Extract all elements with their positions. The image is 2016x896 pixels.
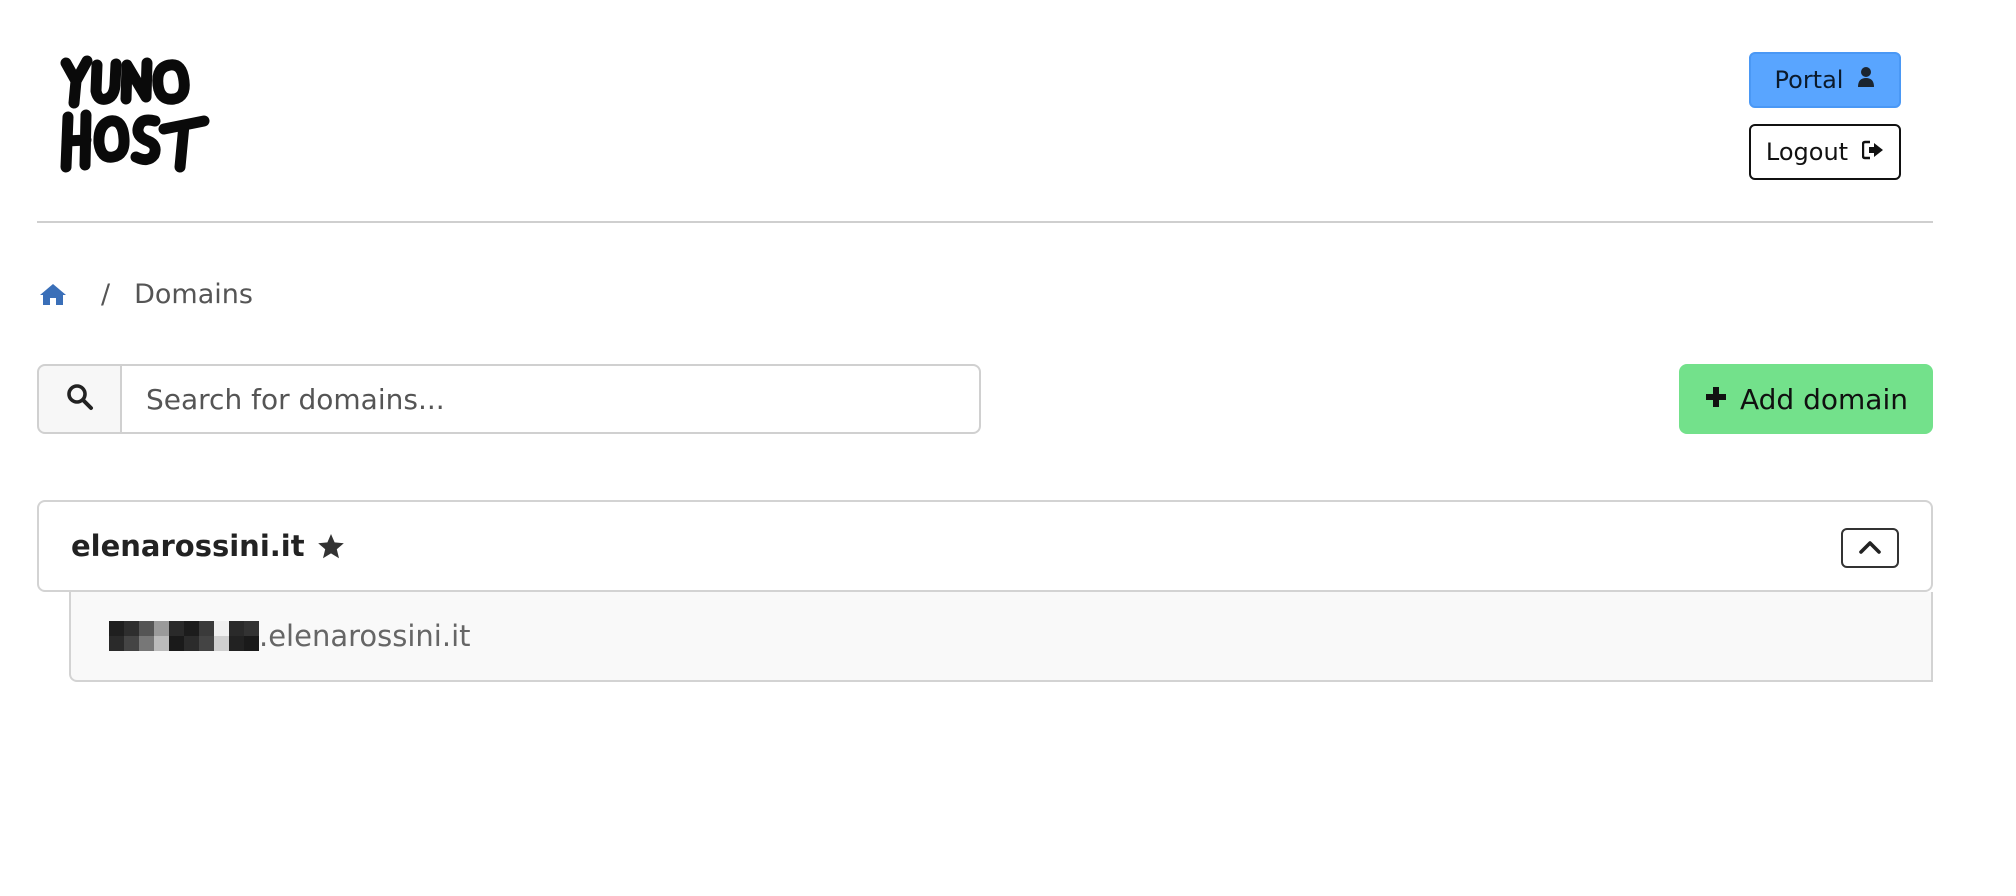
search-group xyxy=(37,364,981,434)
breadcrumb: / Domains xyxy=(39,276,253,312)
star-icon xyxy=(317,532,345,560)
header-divider xyxy=(37,221,1933,223)
yunohost-logo[interactable] xyxy=(60,55,210,180)
logout-button-label: Logout xyxy=(1765,138,1849,166)
home-icon[interactable] xyxy=(39,280,67,308)
redacted-subdomain-prefix xyxy=(109,621,259,651)
user-icon xyxy=(1857,66,1875,94)
add-domain-label: Add domain xyxy=(1740,382,1908,416)
domain-name[interactable]: elenarossini.it xyxy=(71,529,305,563)
portal-button[interactable]: Portal xyxy=(1749,52,1901,108)
search-addon xyxy=(37,364,121,434)
subdomain-suffix: .elenarossini.it xyxy=(259,619,471,653)
search-icon xyxy=(66,383,94,415)
add-domain-button[interactable]: Add domain xyxy=(1679,364,1933,434)
app-container: Portal Logout / Domains Search for domai… xyxy=(37,0,1933,896)
domain-card: elenarossini.it xyxy=(37,500,1933,592)
logo-mark xyxy=(60,55,210,173)
collapse-button[interactable] xyxy=(1841,528,1899,568)
logout-button[interactable]: Logout xyxy=(1749,124,1901,180)
subdomain-item[interactable]: .elenarossini.it xyxy=(69,592,1933,682)
breadcrumb-current: Domains xyxy=(134,278,253,310)
sign-out-icon xyxy=(1861,138,1884,166)
portal-button-label: Portal xyxy=(1774,66,1844,94)
plus-icon xyxy=(1704,383,1728,416)
search-input[interactable] xyxy=(121,364,981,434)
chevron-up-icon xyxy=(1859,539,1881,558)
breadcrumb-separator: / xyxy=(101,278,111,310)
